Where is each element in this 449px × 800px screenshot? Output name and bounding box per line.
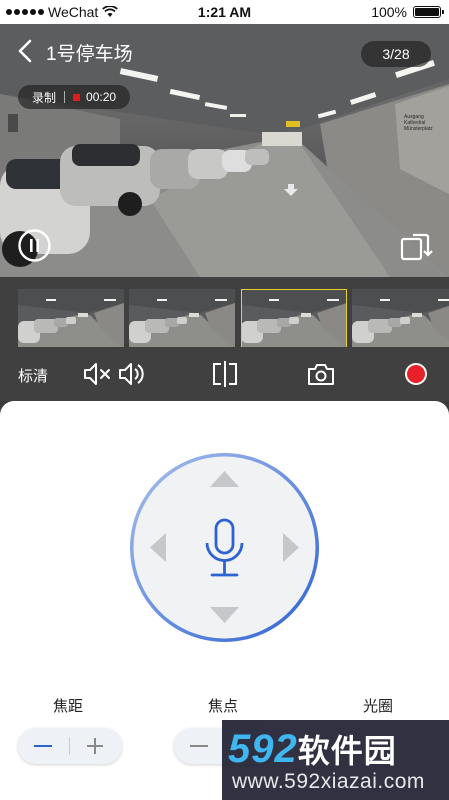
pause-icon[interactable]	[18, 229, 51, 262]
divider	[64, 91, 66, 103]
battery-percent: 100%	[371, 4, 407, 20]
battery-fill	[415, 8, 439, 16]
minus-icon[interactable]	[34, 745, 52, 747]
watermark-logo: 592软件园 www.592xiazai.com	[222, 720, 449, 800]
record-time: 00:20	[86, 90, 117, 104]
camera-thumbnail-selected[interactable]	[241, 289, 347, 349]
page-title: 1号停车场	[46, 44, 133, 65]
camera-icon[interactable]	[307, 361, 335, 387]
fullscreen-rotate-icon[interactable]	[399, 230, 433, 264]
camera-thumbnail[interactable]	[352, 289, 449, 349]
mute-icon[interactable]	[82, 361, 112, 387]
focal-length-stepper	[18, 728, 122, 764]
status-right: 100%	[371, 4, 444, 20]
focus-label: 焦点	[208, 698, 239, 715]
record-label: 录制	[32, 90, 57, 105]
wall-sign-line-3: Münsterplatz	[404, 126, 433, 132]
watermark-url: www.592xiazai.com	[232, 770, 425, 793]
status-bar: WeChat 1:21 AM 100%	[0, 0, 449, 24]
aperture-label: 光圈	[363, 698, 394, 715]
watermark-brand: 592软件园	[228, 726, 397, 772]
volume-icon[interactable]	[117, 361, 147, 387]
player-control-bar: 标清	[0, 347, 449, 401]
focal-length-label: 焦距	[53, 698, 84, 715]
divider	[69, 737, 70, 755]
camera-thumbnail-strip	[0, 277, 449, 349]
minus-icon[interactable]	[190, 745, 208, 747]
battery-icon	[413, 6, 444, 18]
video-player[interactable]: Ausgang Kathedral Münsterplatz 1号停车场 3/2…	[0, 24, 449, 277]
camera-thumbnail[interactable]	[18, 289, 124, 349]
direction-pad[interactable]	[128, 451, 321, 644]
watermark-brand-number: 592	[228, 727, 298, 771]
camera-thumbnail[interactable]	[129, 289, 235, 349]
plus-icon[interactable]	[94, 738, 96, 754]
split-screen-icon[interactable]	[211, 361, 239, 387]
quality-selector[interactable]: 标清	[18, 365, 48, 386]
record-icon[interactable]	[403, 361, 429, 387]
watermark-brand-text: 软件园	[297, 733, 397, 769]
camera-counter: 3/28	[361, 41, 431, 67]
recording-indicator: 录制 00:20	[18, 85, 130, 109]
back-arrow-icon[interactable]	[14, 38, 38, 64]
record-dot-icon	[73, 93, 81, 101]
